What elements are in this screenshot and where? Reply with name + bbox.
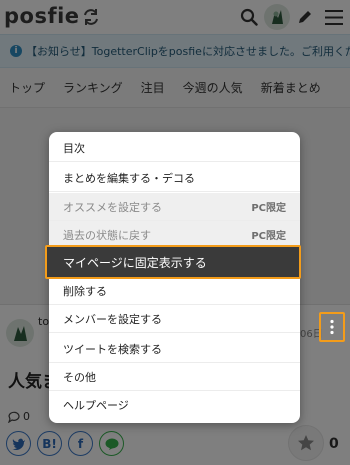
menu-item-set-recommend: オススメを設定する PC限定 <box>49 193 300 221</box>
menu-item-label: 削除する <box>63 284 107 298</box>
menu-item-delete[interactable]: 削除する <box>49 277 300 305</box>
menu-item-label: まとめを編集する・デコる <box>63 171 195 185</box>
menu-item-toc[interactable]: 目次 <box>49 134 300 162</box>
menu-item-other[interactable]: その他 <box>49 363 300 391</box>
card-more-options-button[interactable] <box>319 312 345 342</box>
menu-item-label: 過去の状態に戻す <box>63 228 151 242</box>
menu-item-label: ツイートを検索する <box>63 342 162 356</box>
pc-only-badge: PC限定 <box>251 203 286 214</box>
vertical-dots-icon <box>330 319 334 335</box>
menu-item-label: オススメを設定する <box>63 200 162 214</box>
menu-item-label: ヘルプページ <box>63 399 129 412</box>
pc-only-badge: PC限定 <box>251 231 286 242</box>
menu-item-label: 目次 <box>63 141 85 155</box>
menu-item-search-tweets[interactable]: ツイートを検索する <box>49 335 300 363</box>
menu-item-help[interactable]: ヘルプページ <box>49 391 300 419</box>
menu-item-edit[interactable]: まとめを編集する・デコる <box>49 164 300 192</box>
menu-item-pin-to-mypage[interactable]: マイページに固定表示する <box>45 245 301 279</box>
menu-item-label: メンバーを設定する <box>63 312 162 326</box>
menu-item-members[interactable]: メンバーを設定する <box>49 305 300 333</box>
menu-item-label: その他 <box>63 370 96 384</box>
menu-item-label: マイページに固定表示する <box>63 255 207 270</box>
